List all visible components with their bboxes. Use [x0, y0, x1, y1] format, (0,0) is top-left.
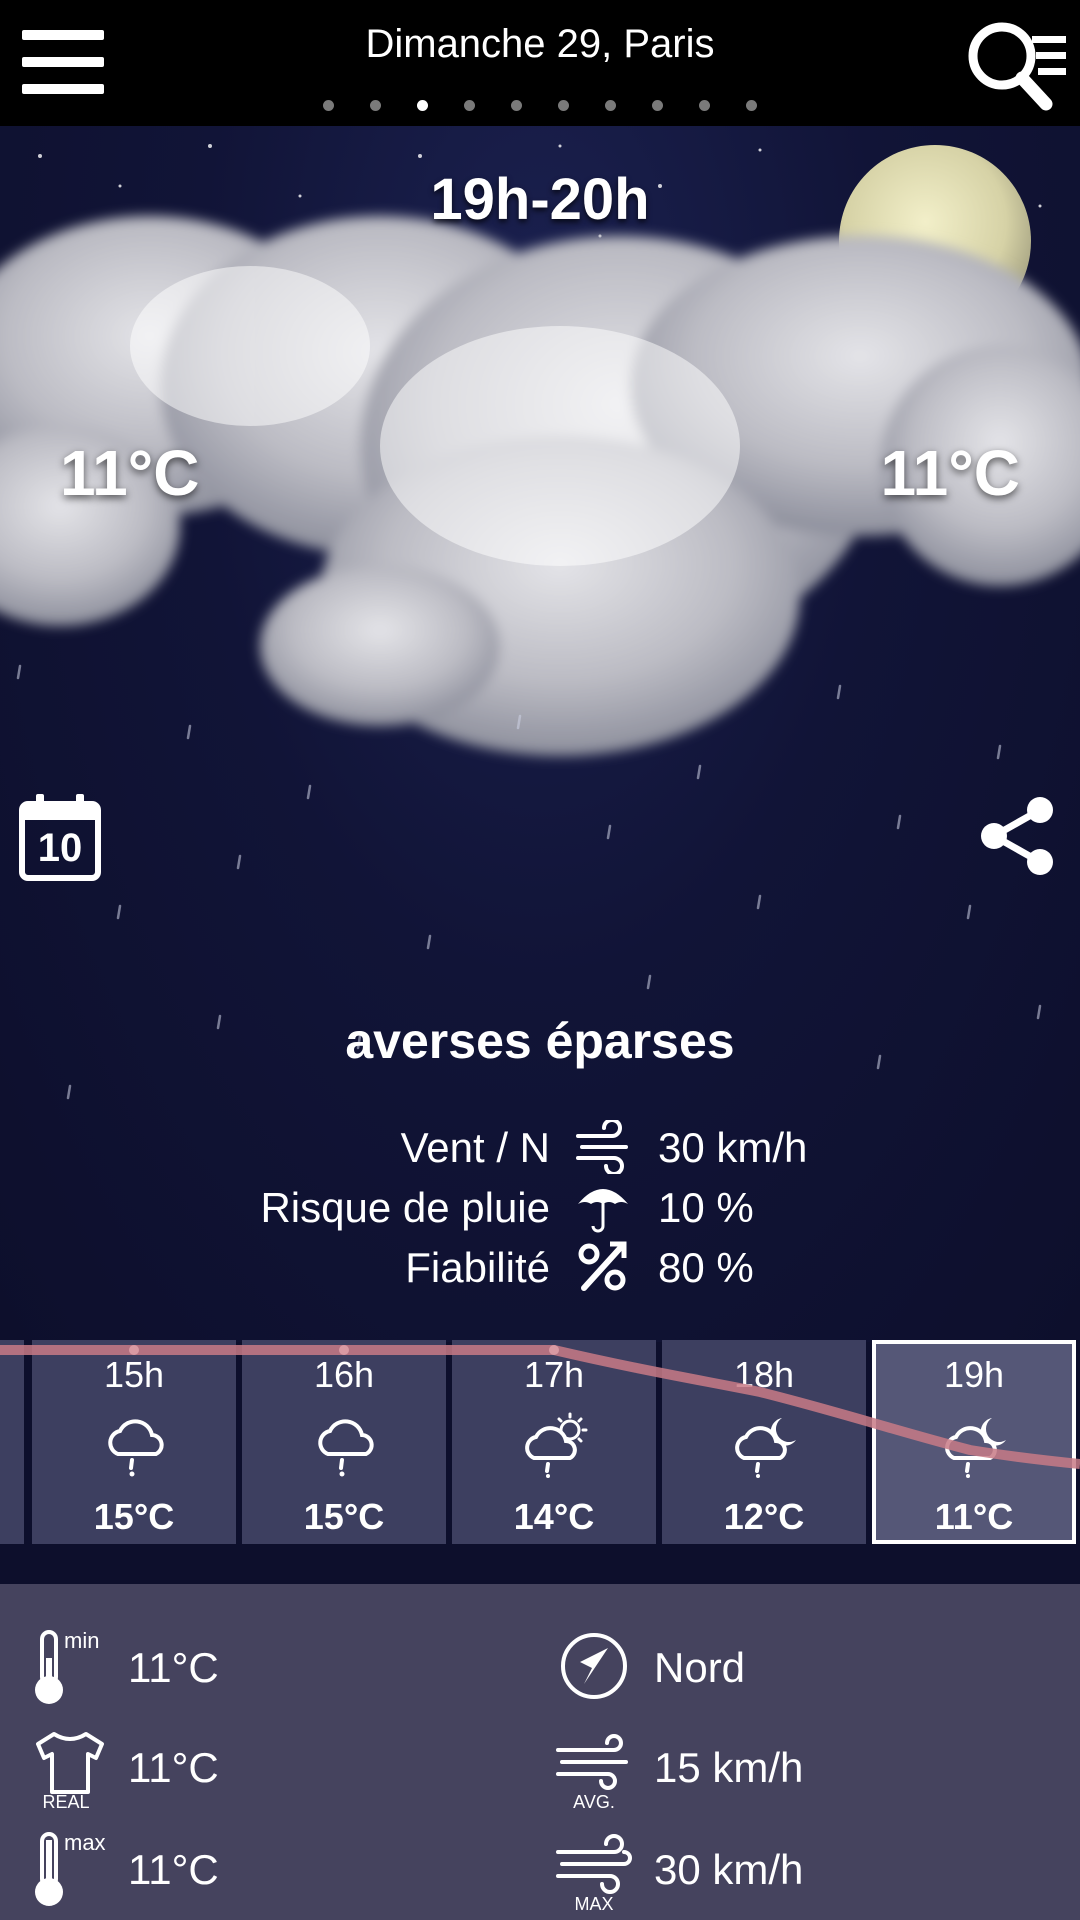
detail-value: 30 km/h	[658, 1124, 808, 1171]
hour-label: 16h	[313, 1354, 375, 1395]
hour-label: 19h	[943, 1354, 1005, 1395]
detail-label: Fiabilité	[405, 1244, 550, 1291]
stat-avg-sub: AVG.	[573, 1792, 615, 1812]
detail-row-wind: Vent / N 30 km/h	[0, 1118, 1080, 1178]
page-dot[interactable]	[605, 100, 616, 111]
compass-icon	[561, 1633, 627, 1699]
page-title: Dimanche 29, Paris	[365, 22, 715, 66]
cloud-rain-icon	[318, 1419, 374, 1477]
hour-cell[interactable]: 15h 15°C	[32, 1340, 236, 1544]
share-icon[interactable]	[978, 794, 1058, 878]
stat-value: 11°C	[128, 1644, 219, 1691]
hour-temperature: 15°C	[93, 1496, 175, 1537]
moon-cloud-rain-icon	[735, 1418, 796, 1478]
page-dot[interactable]	[746, 100, 757, 111]
hour-label: 15h	[103, 1354, 165, 1395]
hour-temperature: 15°C	[303, 1496, 385, 1537]
detail-label: Vent / N	[400, 1124, 550, 1171]
hour-temperature: 12°C	[723, 1496, 805, 1537]
page-dot[interactable]	[464, 100, 475, 111]
temperature-left: 11°C	[60, 437, 200, 509]
stats-panel: min 11°C REAL 11°C max 11°C Nord AVG. 15…	[0, 1584, 1080, 1920]
calendar-label: 10	[37, 826, 83, 870]
percent-icon	[578, 1241, 627, 1291]
hour-cell[interactable]: 18h 12°C	[662, 1340, 866, 1544]
stat-max-wind-sub: MAX	[574, 1894, 614, 1914]
weather-screen: Dimanche 29, Paris 19h-20h 11°C 11°C 10 …	[0, 0, 1080, 1920]
stat-value: 11°C	[128, 1744, 219, 1791]
detail-row-reliability: Fiabilité 80 %	[0, 1238, 1080, 1298]
hour-cell-selected[interactable]: 19h 11°C	[872, 1340, 1076, 1544]
page-dot[interactable]	[370, 100, 381, 111]
search-list-icon[interactable]	[962, 18, 1068, 114]
detail-row-rain: Risque de pluie 10 %	[0, 1178, 1080, 1238]
stat-real-sub: REAL	[42, 1792, 90, 1812]
wind-icon	[576, 1120, 628, 1174]
page-dot[interactable]	[652, 100, 663, 111]
detail-value: 10 %	[658, 1184, 754, 1231]
stat-max-sup: max	[64, 1830, 106, 1855]
temperature-right: 11°C	[880, 437, 1020, 509]
stat-value: Nord	[654, 1644, 746, 1691]
hour-cell[interactable]: 17h 14°C	[452, 1340, 656, 1544]
stat-value: 30 km/h	[654, 1846, 804, 1893]
stat-value: 15 km/h	[654, 1744, 804, 1791]
hour-label: 18h	[733, 1354, 795, 1395]
sun-cloud-rain-icon	[525, 1412, 588, 1478]
stat-value: 11°C	[128, 1846, 219, 1893]
detail-label: Risque de pluie	[260, 1184, 550, 1231]
cloud-rain-icon	[108, 1419, 164, 1477]
hour-cell-partial[interactable]	[0, 1340, 24, 1544]
time-range: 19h-20h	[430, 167, 650, 232]
top-bar: Dimanche 29, Paris	[0, 0, 1080, 126]
page-dot[interactable]	[323, 100, 334, 111]
hour-cell[interactable]: 16h 15°C	[242, 1340, 446, 1544]
hour-temperature: 14°C	[513, 1496, 595, 1537]
page-dot[interactable]	[511, 100, 522, 111]
page-dot-active[interactable]	[417, 100, 428, 111]
weather-condition: averses éparses	[345, 1013, 735, 1069]
moon-cloud-rain-icon	[945, 1418, 1006, 1478]
detail-list: Vent / N 30 km/h Risque de pluie 10 % Fi…	[0, 1118, 1080, 1298]
hour-label: 17h	[523, 1354, 585, 1395]
hourly-forecast-strip[interactable]: 15h 15°C 16h 15°C 17h 14°C 18h 12°C 19h …	[0, 1340, 1080, 1546]
hour-temperature: 11°C	[934, 1496, 1014, 1537]
stat-min-sup: min	[64, 1628, 100, 1653]
calendar-10-days-button[interactable]: 10	[18, 792, 102, 882]
page-dot[interactable]	[699, 100, 710, 111]
detail-value: 80 %	[658, 1244, 754, 1291]
page-dot[interactable]	[558, 100, 569, 111]
umbrella-icon	[578, 1189, 628, 1233]
page-indicator	[0, 100, 1080, 114]
